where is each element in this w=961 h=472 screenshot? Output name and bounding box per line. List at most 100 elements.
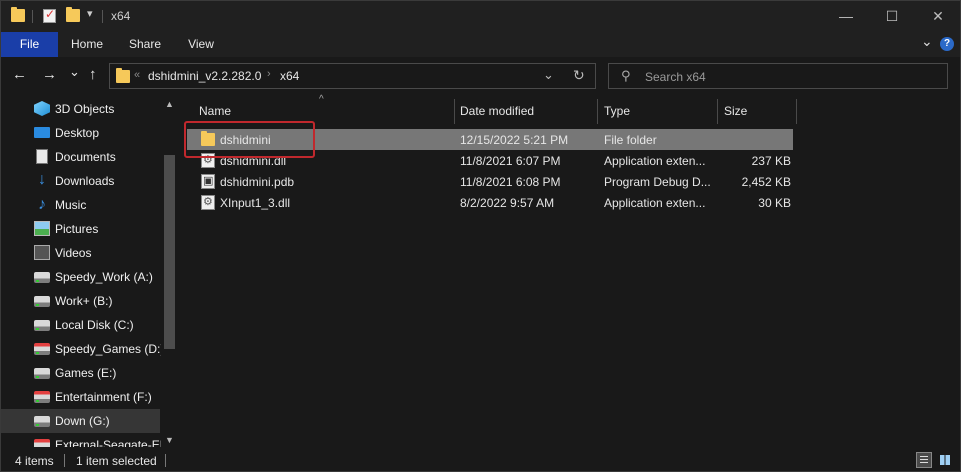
- annotation-highlight-box: [184, 121, 315, 158]
- expand-ribbon-icon[interactable]: ⌄: [921, 33, 933, 50]
- file-size: 237 KB: [751, 154, 791, 168]
- tab-home[interactable]: Home: [63, 32, 111, 57]
- toolbar-separator: [102, 10, 103, 23]
- address-bar[interactable]: « dshidmini_v2.2.282.0 › x64 ⌄ ↻: [109, 63, 596, 89]
- breadcrumb-separator-icon[interactable]: ›: [267, 68, 271, 80]
- sidebar-item-label: Pictures: [55, 222, 99, 236]
- new-folder-icon[interactable]: [66, 7, 80, 22]
- breadcrumb-item[interactable]: x64: [280, 69, 299, 83]
- sort-ascending-icon: ^: [319, 94, 324, 105]
- scrollbar-thumb[interactable]: [164, 155, 175, 349]
- folder-icon: [116, 68, 130, 83]
- desktop-icon: [34, 127, 50, 138]
- pdb-file-icon: [201, 174, 215, 189]
- sidebar-item-label: Videos: [55, 246, 92, 260]
- downloads-icon: ↓: [38, 171, 46, 188]
- status-separator: [64, 454, 65, 467]
- search-input[interactable]: [645, 68, 935, 85]
- sidebar-item-label: Local Disk (C:): [55, 318, 134, 332]
- sidebar-item-label: 3D Objects: [55, 102, 115, 116]
- sidebar-item-label: Downloads: [55, 174, 115, 188]
- sidebar-item-drive-g[interactable]: Down (G:): [1, 409, 160, 433]
- column-header-size[interactable]: Size: [718, 99, 796, 124]
- address-dropdown-icon[interactable]: ⌄: [543, 67, 554, 83]
- close-button[interactable]: ✕: [915, 1, 961, 32]
- scroll-down-icon[interactable]: ▼: [165, 435, 174, 445]
- file-date: 12/15/2022 5:21 PM: [460, 133, 569, 147]
- file-name: dshidmini.pdb: [220, 175, 295, 189]
- back-button[interactable]: ←: [12, 66, 27, 83]
- sidebar-item-music[interactable]: ♪ Music: [1, 193, 160, 217]
- sidebar-item-drive-a[interactable]: Speedy_Work (A:): [1, 265, 160, 289]
- window-title: x64: [111, 9, 131, 23]
- videos-icon: [34, 245, 50, 260]
- drive-icon: [34, 296, 50, 307]
- column-header-type[interactable]: Type: [598, 99, 717, 124]
- sidebar-item-label: Entertainment (F:): [55, 390, 152, 404]
- column-divider[interactable]: [796, 99, 797, 124]
- sidebar-item-drive-d[interactable]: Speedy_Games (D:): [1, 337, 164, 361]
- drive-icon: [34, 439, 50, 447]
- toolbar-separator: [32, 10, 33, 23]
- 3d-objects-icon: [34, 101, 50, 116]
- column-header-date-modified[interactable]: Date modified: [454, 99, 597, 124]
- scroll-up-icon[interactable]: ▲: [165, 99, 174, 109]
- drive-icon: [34, 368, 50, 379]
- selection-count: 1 item selected: [76, 454, 157, 468]
- sidebar-item-external-drive[interactable]: External-Seagate-EN: [1, 433, 168, 447]
- drive-icon: [34, 272, 50, 283]
- minimize-button[interactable]: —: [823, 1, 869, 32]
- table-row[interactable]: dshidmini.pdb 11/8/2021 6:08 PM Program …: [187, 171, 793, 192]
- sidebar-item-documents[interactable]: Documents: [1, 145, 160, 169]
- sidebar-item-label: Speedy_Games (D:): [55, 342, 165, 356]
- breadcrumb-item[interactable]: dshidmini_v2.2.282.0: [148, 69, 261, 83]
- details-view-icon[interactable]: [916, 452, 932, 468]
- sidebar-item-drive-b[interactable]: Work+ (B:): [1, 289, 160, 313]
- drive-icon: [34, 391, 50, 403]
- drive-icon: [34, 416, 50, 427]
- documents-icon: [36, 149, 48, 164]
- breadcrumb-overflow-icon[interactable]: «: [134, 69, 140, 81]
- tab-share[interactable]: Share: [119, 32, 171, 57]
- sidebar-item-drive-e[interactable]: Games (E:): [1, 361, 160, 385]
- recent-locations-button[interactable]: ⌄: [69, 64, 80, 80]
- sidebar-item-3d-objects[interactable]: 3D Objects: [1, 97, 160, 121]
- file-type: File folder: [604, 133, 657, 147]
- sidebar-item-videos[interactable]: Videos: [1, 241, 160, 265]
- file-name: XInput1_3.dll: [220, 196, 291, 210]
- refresh-icon[interactable]: ↻: [573, 67, 585, 84]
- sidebar-item-desktop[interactable]: Desktop: [1, 121, 160, 145]
- sidebar-item-pictures[interactable]: Pictures: [1, 217, 160, 241]
- table-row[interactable]: XInput1_3.dll 8/2/2022 9:57 AM Applicati…: [187, 192, 793, 213]
- sidebar-item-label: Down (G:): [55, 414, 110, 428]
- tab-view[interactable]: View: [179, 32, 223, 57]
- tab-file[interactable]: File: [1, 32, 58, 57]
- file-size: 2,452 KB: [741, 175, 791, 189]
- file-date: 8/2/2022 9:57 AM: [460, 196, 555, 210]
- file-date: 11/8/2021 6:08 PM: [460, 175, 561, 189]
- customize-quick-access-icon[interactable]: ▾: [87, 7, 93, 20]
- forward-button[interactable]: →: [42, 66, 57, 83]
- help-icon[interactable]: ?: [940, 37, 954, 51]
- up-button[interactable]: ↑: [89, 66, 97, 83]
- sidebar-item-label: Desktop: [55, 126, 100, 140]
- file-type: Program Debug D...: [604, 175, 711, 189]
- file-type: Application exten...: [604, 154, 706, 168]
- sidebar-item-drive-f[interactable]: Entertainment (F:): [1, 385, 160, 409]
- search-box[interactable]: ⚲: [608, 63, 948, 89]
- sidebar-item-label: Documents: [55, 150, 116, 164]
- sidebar-item-downloads[interactable]: ↓ Downloads: [1, 169, 160, 193]
- large-icons-view-icon[interactable]: [937, 452, 953, 468]
- properties-icon[interactable]: [43, 7, 56, 23]
- sidebar-item-drive-c[interactable]: Local Disk (C:): [1, 313, 160, 337]
- maximize-button[interactable]: ☐: [869, 1, 915, 32]
- file-type: Application exten...: [604, 196, 706, 210]
- sidebar-item-label: Games (E:): [55, 366, 117, 380]
- sidebar-item-label: Music: [55, 198, 87, 212]
- music-icon: ♪: [38, 196, 46, 213]
- dll-file-icon: [201, 195, 215, 210]
- navigation-pane: 3D Objects Desktop Documents ↓ Downloads…: [1, 97, 178, 447]
- folder-icon: [11, 7, 25, 22]
- drive-icon: [34, 320, 50, 331]
- file-size: 30 KB: [758, 196, 791, 210]
